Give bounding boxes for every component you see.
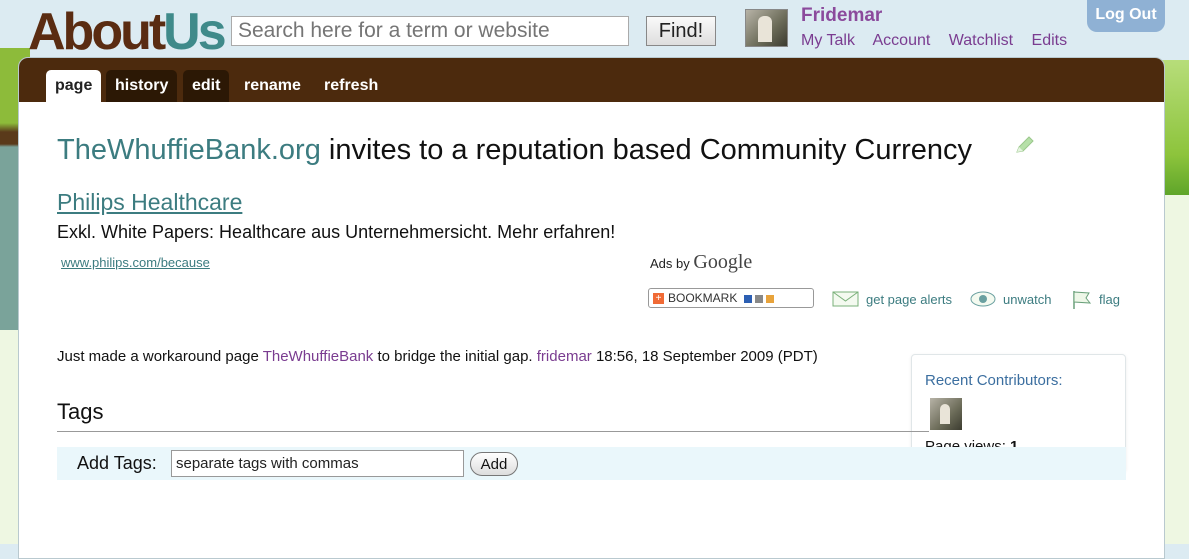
- search-input[interactable]: [231, 16, 629, 46]
- ad-description: Exkl. White Papers: Healthcare aus Unter…: [57, 222, 616, 242]
- ad-title-link[interactable]: Philips Healthcare: [57, 189, 242, 216]
- page-alerts-link[interactable]: get page alerts: [832, 291, 952, 307]
- tags-divider: [57, 431, 929, 432]
- tab-edit[interactable]: edit: [183, 70, 230, 102]
- page-title-site: TheWhuffieBank.org: [57, 134, 321, 166]
- account-link[interactable]: Account: [873, 32, 931, 49]
- contributors-title: Recent Contributors:: [925, 372, 1063, 389]
- edit-pencil-icon[interactable]: [1014, 134, 1036, 156]
- my-talk-link[interactable]: My Talk: [801, 32, 855, 49]
- tab-history[interactable]: history: [106, 70, 178, 102]
- aboutus-logo[interactable]: AboutUs: [28, 4, 227, 60]
- mail-icon: [832, 291, 859, 307]
- find-button[interactable]: Find!: [646, 16, 716, 46]
- contributor-avatar[interactable]: [930, 398, 962, 430]
- ads-by-google[interactable]: Ads by Google: [650, 251, 752, 274]
- whuffiebank-link[interactable]: TheWhuffieBank: [263, 348, 374, 365]
- google-logo: Google: [693, 251, 753, 273]
- windows-icon: [765, 294, 774, 303]
- user-avatar[interactable]: [745, 9, 788, 47]
- tags-heading: Tags: [57, 399, 104, 424]
- tab-refresh[interactable]: refresh: [315, 70, 387, 102]
- watchlist-link[interactable]: Watchlist: [949, 32, 1013, 49]
- page-note: Just made a workaround page TheWhuffieBa…: [57, 348, 818, 365]
- fridemar-user-link[interactable]: fridemar: [537, 348, 592, 365]
- logout-button[interactable]: Log Out: [1087, 0, 1165, 32]
- flag-icon: [1073, 291, 1092, 309]
- delicious-icon: [743, 294, 752, 303]
- ad-url-link[interactable]: www.philips.com/because: [61, 255, 210, 270]
- user-links: My Talk Account Watchlist Edits: [801, 32, 1081, 50]
- eye-icon: [970, 291, 996, 307]
- tab-rename[interactable]: rename: [235, 70, 310, 102]
- add-tags-bar: Add Tags: Add: [57, 447, 1126, 480]
- tags-input[interactable]: [171, 450, 464, 477]
- unwatch-link[interactable]: unwatch: [969, 291, 1051, 307]
- add-tags-label: Add Tags:: [77, 453, 157, 473]
- addthis-plus-icon: +: [653, 293, 664, 305]
- bookmark-button[interactable]: + BOOKMARK: [648, 288, 814, 308]
- digg-icon: [754, 294, 763, 303]
- add-tags-button[interactable]: Add: [470, 452, 518, 476]
- page-title: TheWhuffieBank.org invites to a reputati…: [57, 134, 972, 167]
- page-title-text: invites to a reputation based Community …: [320, 134, 973, 166]
- tab-bar: page history edit rename refresh: [19, 58, 1164, 102]
- edits-link[interactable]: Edits: [1032, 32, 1068, 49]
- tab-page[interactable]: page: [46, 70, 102, 102]
- content-panel: page history edit rename refresh TheWhuf…: [18, 57, 1165, 559]
- flag-link[interactable]: flag: [1071, 291, 1120, 309]
- username-link[interactable]: Fridemar: [801, 5, 882, 27]
